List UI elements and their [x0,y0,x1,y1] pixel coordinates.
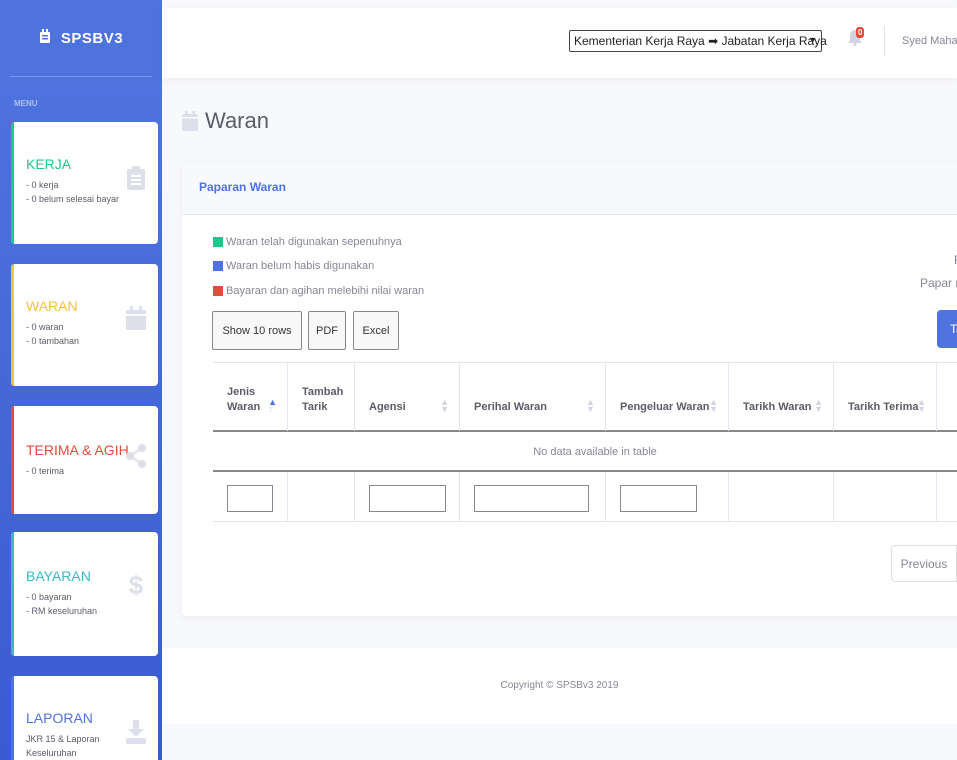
sort-icon: ▲ ▼ [709,397,718,414]
legend-label: Waran belum habis digunakan [226,260,375,272]
legend-label: Waran telah digunakan sepenuhnya [226,236,402,248]
card-title: TERIMA & AGIH [26,442,129,458]
card-accent-bar [11,264,14,386]
card-line: - 0 waran [26,322,64,332]
sort-icon: ▲ ▼ [814,397,823,414]
panel-title: Paparan Waran [182,163,957,215]
card-line: - 0 kerja [26,180,59,190]
legend-swatch [213,286,223,296]
filter-cell [460,472,606,522]
share-icon [126,444,146,468]
legend-item: Waran belum habis digunakan [213,260,374,272]
column-label: Perihal Waran [474,401,547,413]
pdf-button[interactable]: PDF [308,311,346,350]
dollar-icon: $ [128,570,144,600]
waran-panel: Paparan Waran Waran telah digunakan sepe… [182,163,957,616]
card-line: - 0 bayaran [26,592,72,602]
filter-input-agensi[interactable] [369,485,446,512]
copyright-text: Copyright © SPSBv3 2019 [500,680,619,691]
calendar-icon [126,306,146,330]
card-title: BAYARAN [26,568,91,584]
column-label: Tarikh Waran [743,401,812,413]
card-kerja[interactable]: KERJA - 0 kerja - 0 belum selesai bayar [11,122,158,244]
table-header: Jenis Waran ▲ ↕ Tambah Tarik Agensi ▲ ▼ Pe… [213,362,957,432]
notification-badge: 0 [856,27,865,38]
legend-label: Bayaran dan agihan melebihi nilai waran [226,285,425,297]
caret-down-icon: ▼ [808,35,817,45]
show-rows-button[interactable]: Show 10 rows [212,311,302,350]
card-line: - 0 tambahan [26,336,80,346]
previous-page-button[interactable]: Previous [891,545,957,582]
sort-icon: ▲ ▼ [586,397,595,414]
card-accent-bar [11,406,14,514]
column-header-perihal-waran[interactable]: Perihal Waran ▲ ▼ [460,363,606,431]
sort-icon: ▲ ▼ [917,397,926,414]
right-text-partial: Papar r [920,276,957,290]
card-accent-bar [11,676,14,760]
card-bayaran[interactable]: BAYARAN - 0 bayaran - RM keseluruhan $ [11,532,158,656]
card-laporan[interactable]: LAPORAN JKR 15 & Laporan Keseluruhan [11,676,158,760]
sort-asc-icon: ▲ ↕ [268,397,277,414]
filter-input-perihal-waran[interactable] [474,485,589,512]
column-header-tarikh-waran[interactable]: Tarikh Waran ▲ ▼ [729,363,834,431]
card-title: KERJA [26,156,72,172]
card-line: - 0 belum selesai bayar [26,194,120,204]
column-header-tarikh-terima[interactable]: Tarikh Terima ▲ ▼ [834,363,937,431]
page-title: Waran [205,108,269,133]
legend-swatch [213,237,223,247]
filter-cell [355,472,460,522]
topbar: Kementerian Kerja Raya ➡ Jabatan Kerja R… [162,8,957,78]
sort-icon: ▲ ▼ [440,397,449,414]
filter-cell [606,472,729,522]
card-line: JKR 15 & Laporan [26,734,100,744]
card-title: LAPORAN [26,710,93,726]
legend-item: Waran telah digunakan sepenuhnya [213,236,402,248]
organization-select[interactable]: Kementerian Kerja Raya ➡ Jabatan Kerja R… [569,30,827,52]
column-label: Tarikh Terima [848,401,919,413]
footer: Copyright © SPSBv3 2019 [162,648,957,724]
legend-item: Bayaran dan agihan melebihi nilai waran [213,285,424,297]
empty-table-message: No data available in table [213,432,957,472]
filter-cell [213,472,288,522]
column-label: Tambah Tarik [302,386,344,413]
column-header-jenis-waran[interactable]: Jenis Waran ▲ ↕ [213,363,288,431]
legend-swatch [213,261,223,271]
filter-input-jenis-waran[interactable] [227,485,273,512]
page-heading: Waran [182,108,269,134]
column-label: Agensi [369,401,406,413]
clipboard-icon [127,166,145,190]
topbar-divider [884,26,885,56]
card-accent-bar [11,122,14,244]
filter-row [213,472,957,522]
card-line: - 0 terima [26,466,65,476]
card-line: - RM keseluruhan [26,606,98,616]
sidebar: SPSBV3 MENU KERJA - 0 kerja - 0 belum se… [0,0,162,760]
filter-cell [288,472,355,522]
column-header-pengeluar-waran[interactable]: Pengeluar Waran ▲ ▼ [606,363,729,431]
filter-input-pengeluar-waran[interactable] [620,485,697,512]
card-title: WARAN [26,298,78,314]
organization-select-value: Kementerian Kerja Raya ➡ Jabatan Kerja R… [574,34,827,48]
menu-heading: MENU [14,99,38,108]
card-terima-agih[interactable]: TERIMA & AGIH - 0 terima [11,406,158,514]
filter-cell [729,472,834,522]
brand[interactable]: SPSBV3 [0,0,162,76]
filter-cell [834,472,937,522]
column-header-tambah-tarik[interactable]: Tambah Tarik [288,363,355,431]
card-line: Keseluruhan [26,748,77,758]
calendar-icon [182,111,198,131]
brand-name: SPSBV3 [60,29,124,47]
column-header-agensi[interactable]: Agensi ▲ ▼ [355,363,460,431]
column-label: Jenis Waran [227,386,261,413]
user-name[interactable]: Syed Mahadhir [902,35,957,47]
column-label: Pengeluar Waran [620,401,710,413]
excel-button[interactable]: Excel [353,311,399,350]
brand-logo-icon [39,29,51,47]
add-button[interactable]: Ta [937,310,957,348]
download-icon [126,720,146,744]
card-accent-bar [11,532,14,656]
card-waran[interactable]: WARAN - 0 waran - 0 tambahan [11,264,158,386]
